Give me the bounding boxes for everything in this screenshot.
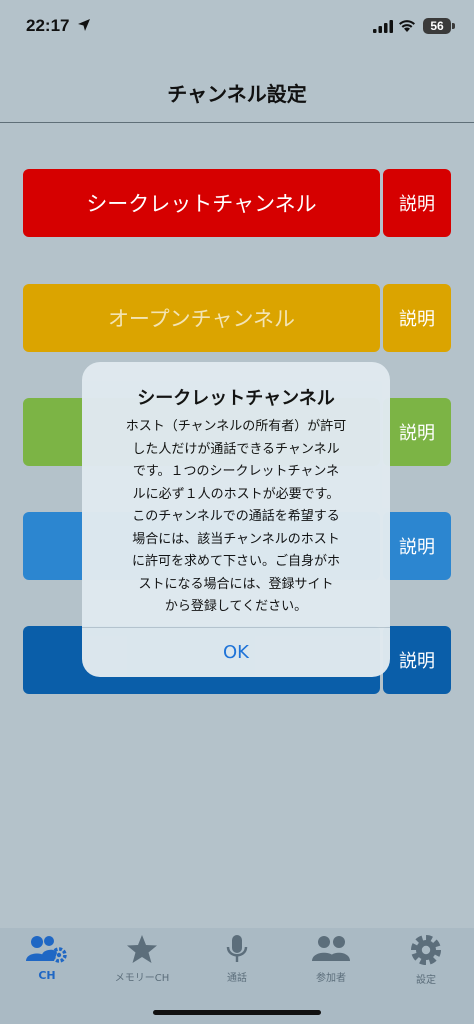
- tab-call-label: 通話: [227, 973, 247, 984]
- tab-settings[interactable]: 設定: [379, 934, 473, 990]
- tab-ch[interactable]: CH: [0, 934, 94, 990]
- channel-4-explain-button[interactable]: 説明: [383, 512, 451, 580]
- tab-memory-ch-label: メモリーCH: [114, 973, 170, 984]
- star-icon: [127, 935, 157, 963]
- ok-button[interactable]: OK: [82, 628, 390, 677]
- dialog-message-line: このチャンネルでの通話を希望する: [132, 509, 340, 524]
- battery-icon: [452, 23, 455, 29]
- cellular-signal-icon: [373, 20, 393, 33]
- battery-level: 56: [423, 18, 451, 34]
- dialog-message-line: から登録してください。: [164, 599, 308, 614]
- secret-channel-button[interactable]: シークレットチャンネル: [23, 169, 380, 237]
- channel-row-secret: シークレットチャンネル 説明: [23, 169, 451, 237]
- channel-3-explain-button[interactable]: 説明: [383, 398, 451, 466]
- tab-settings-label: 設定: [416, 975, 436, 986]
- home-indicator[interactable]: [153, 1010, 321, 1015]
- explanation-dialog: シークレットチャンネル ホスト（チャンネルの所有者）が許可 した人だけが通話でき…: [82, 362, 390, 677]
- dialog-message-line: に許可を求めて下さい。ご自身がホ: [131, 554, 340, 569]
- dialog-message: ホスト（チャンネルの所有者）が許可 した人だけが通話できるチャンネル です。１つ…: [99, 416, 373, 619]
- dialog-message-line: した人だけが通話できるチャンネル: [132, 441, 340, 457]
- location-arrow-icon: [78, 19, 90, 31]
- channel-row-open: オープンチャンネル 説明: [23, 284, 451, 352]
- tab-call[interactable]: 通話: [190, 934, 284, 990]
- gear-icon: [411, 935, 441, 965]
- open-channel-button[interactable]: オープンチャンネル: [23, 284, 380, 352]
- status-bar: 22:17 56: [0, 0, 474, 56]
- navigation-bar: チャンネル設定: [0, 56, 474, 123]
- page-title: チャンネル設定: [167, 82, 307, 106]
- channel-5-explain-button[interactable]: 説明: [383, 626, 451, 694]
- status-time: 22:17: [26, 16, 70, 35]
- secret-channel-explain-button[interactable]: 説明: [383, 169, 451, 237]
- tab-ch-label: CH: [38, 969, 56, 982]
- dialog-message-line: です。１つのシークレットチャンネ: [132, 464, 340, 479]
- dialog-title: シークレットチャンネル: [137, 388, 335, 409]
- tab-memory-ch[interactable]: メモリーCH: [95, 934, 189, 990]
- dialog-message-line: 場合には、該当チャンネルのホスト: [132, 531, 340, 547]
- dialog-message-line: ルに必ず１人のホストが必要です。: [132, 486, 340, 502]
- open-channel-explain-button[interactable]: 説明: [383, 284, 451, 352]
- microphone-icon: [226, 935, 248, 962]
- people-icon: [312, 936, 350, 961]
- tab-participants-label: 参加者: [316, 973, 346, 984]
- group-gear-icon: [26, 936, 67, 963]
- dialog-message-line: ストになる場合には、登録サイト: [138, 576, 334, 592]
- dialog-message-line: ホスト（チャンネルの所有者）が許可: [125, 419, 347, 434]
- tab-participants[interactable]: 参加者: [284, 934, 378, 990]
- wifi-icon: [399, 20, 415, 32]
